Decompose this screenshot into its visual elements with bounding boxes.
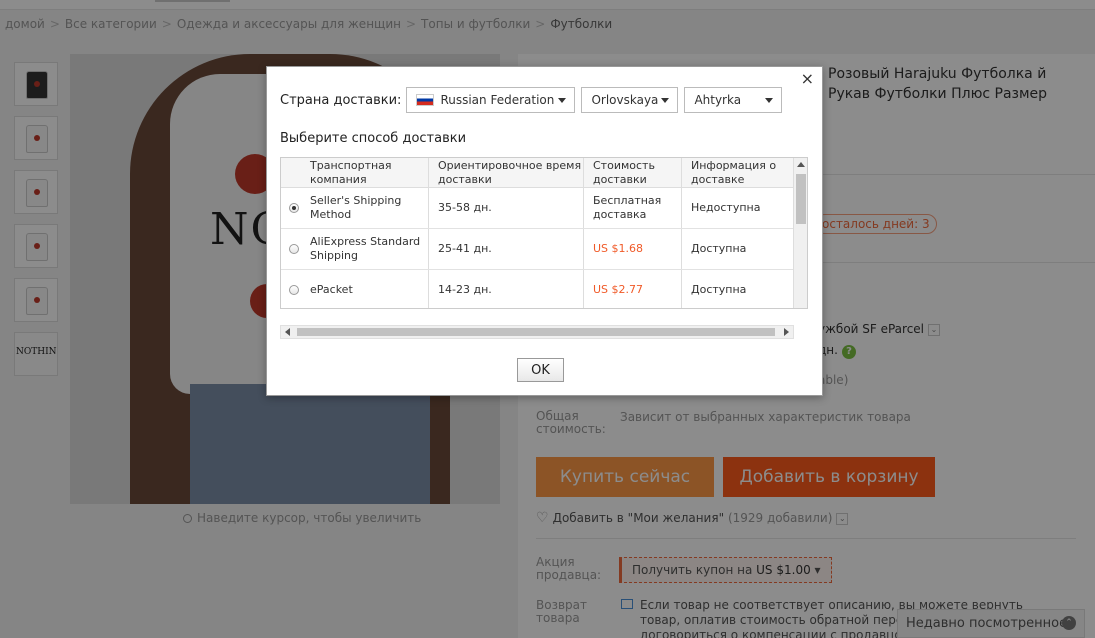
- close-icon[interactable]: ×: [801, 71, 814, 87]
- header-spacer: [281, 158, 301, 187]
- shipping-table: Транспортная компания Ориентировочное вр…: [280, 157, 808, 309]
- table-header: Транспортная компания Ориентировочное вр…: [281, 158, 794, 188]
- country-value: Russian Federation: [440, 93, 555, 107]
- chevron-down-icon: [661, 98, 670, 103]
- scroll-left-icon[interactable]: [285, 328, 290, 336]
- radio-icon[interactable]: [289, 285, 299, 295]
- radio-icon[interactable]: [289, 244, 299, 254]
- city-value: Ahtyrka: [694, 93, 742, 107]
- table-row[interactable]: AliExpress Standard Shipping 25-41 дн. U…: [281, 229, 794, 270]
- scroll-thumb[interactable]: [796, 174, 806, 224]
- region-select[interactable]: Orlovskaya: [581, 87, 679, 113]
- cost-cell: US $1.68: [583, 229, 681, 269]
- company-cell: Seller's Shipping Method: [310, 194, 402, 221]
- company-cell: AliExpress Standard Shipping: [310, 235, 421, 262]
- cost-cell: US $2.77: [583, 270, 681, 308]
- horizontal-scrollbar[interactable]: [280, 325, 794, 339]
- radio-cell: [281, 270, 301, 308]
- shipping-method-title: Выберите способ доставки: [280, 131, 467, 146]
- header-cost: Стоимость доставки: [583, 158, 681, 187]
- shipping-dialog: × Страна доставки: Russian Federation Or…: [266, 66, 823, 396]
- info-cell: Доступна: [681, 270, 794, 308]
- ok-button[interactable]: OK: [517, 358, 564, 382]
- table-row[interactable]: ePacket 14-23 дн. US $2.77 Доступна: [281, 270, 794, 308]
- time-cell: 35-58 дн.: [428, 188, 583, 228]
- header-company: Транспортная компания: [310, 158, 392, 186]
- radio-cell: [281, 188, 301, 228]
- flag-icon: [416, 93, 435, 106]
- table-row[interactable]: Seller's Shipping Method 35-58 дн. Беспл…: [281, 188, 794, 229]
- scroll-right-icon[interactable]: [784, 328, 789, 336]
- chevron-down-icon: [558, 98, 567, 103]
- radio-icon[interactable]: [289, 203, 299, 213]
- country-label: Страна доставки:: [280, 92, 402, 108]
- info-cell: Доступна: [681, 229, 794, 269]
- header-time: Ориентировочное время доставки: [428, 158, 583, 187]
- header-info: Информация о доставке: [681, 158, 794, 187]
- company-cell: ePacket: [310, 283, 353, 296]
- scroll-thumb[interactable]: [297, 328, 775, 336]
- city-select[interactable]: Ahtyrka: [684, 87, 783, 113]
- time-cell: 14-23 дн.: [428, 270, 583, 308]
- cost-cell: Бесплатная доставка: [583, 188, 681, 228]
- radio-cell: [281, 229, 301, 269]
- country-select[interactable]: Russian Federation: [406, 87, 576, 113]
- chevron-down-icon: [765, 98, 774, 103]
- region-value: Orlovskaya: [591, 93, 659, 107]
- info-cell: Недоступна: [681, 188, 794, 228]
- time-cell: 25-41 дн.: [428, 229, 583, 269]
- vertical-scrollbar[interactable]: [793, 158, 807, 308]
- destination-row: Страна доставки: Russian Federation Orlo…: [280, 87, 788, 113]
- scroll-up-icon[interactable]: [797, 162, 805, 167]
